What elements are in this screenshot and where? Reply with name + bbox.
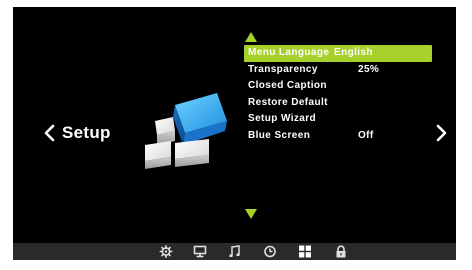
tv-osd-screen: Setup Menu Language English Transparency… xyxy=(13,7,456,260)
bottom-tab-bar xyxy=(13,243,456,260)
menu-area: Setup Menu Language English Transparency… xyxy=(13,7,456,243)
chevron-left-icon[interactable] xyxy=(41,123,57,143)
section-title-text: Setup xyxy=(62,123,111,142)
menu-item-label: Setup Wizard xyxy=(248,113,317,124)
gear-icon[interactable] xyxy=(159,245,173,258)
menu-item-restore-default[interactable]: Restore Default xyxy=(244,95,432,112)
menu-item-label: Closed Caption xyxy=(248,80,327,91)
menu-item-label: Blue Screen xyxy=(248,129,311,141)
setup-menu-list: Menu Language English Transparency 25% C… xyxy=(244,45,432,144)
triangle-down-icon[interactable] xyxy=(244,208,258,220)
section-title: Setup xyxy=(41,121,111,145)
menu-item-setup-wizard[interactable]: Setup Wizard xyxy=(244,111,432,128)
menu-item-label: Restore Default xyxy=(248,96,328,108)
menu-item-label: Menu Language xyxy=(248,47,330,58)
menu-item-closed-caption[interactable]: Closed Caption xyxy=(244,78,432,95)
clock-icon[interactable] xyxy=(263,245,277,258)
lock-icon[interactable] xyxy=(334,245,348,258)
menu-item-label: Transparency xyxy=(248,63,318,75)
menu-item-value: English xyxy=(334,47,373,58)
menu-item-value: 25% xyxy=(358,63,380,75)
menu-item-menu-language[interactable]: Menu Language English xyxy=(244,45,432,62)
monitor-icon[interactable] xyxy=(193,245,207,258)
menu-item-blue-screen[interactable]: Blue Screen Off xyxy=(244,128,432,145)
music-note-icon[interactable] xyxy=(228,245,242,258)
setup-illustration-icon xyxy=(145,93,227,169)
chevron-right-icon[interactable] xyxy=(435,123,449,143)
triangle-up-icon[interactable] xyxy=(244,31,258,43)
menu-item-value: Off xyxy=(358,129,374,141)
grid-icon[interactable] xyxy=(298,245,312,258)
menu-item-transparency[interactable]: Transparency 25% xyxy=(244,62,432,79)
